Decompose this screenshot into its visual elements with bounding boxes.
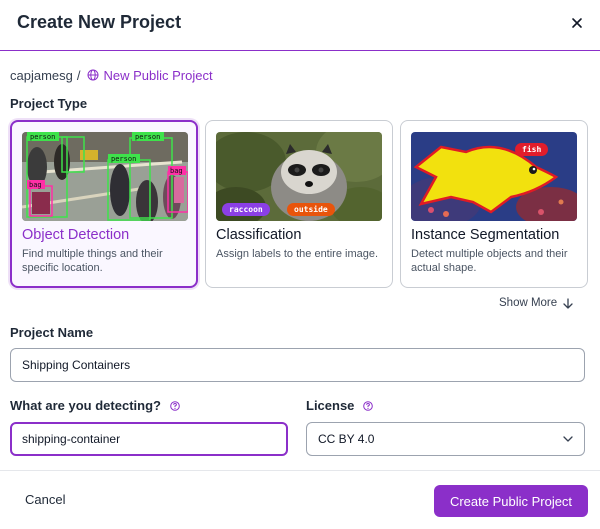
od-label-bag-2: bag xyxy=(170,167,183,175)
card-description: Find multiple things and their specific … xyxy=(22,248,163,274)
cancel-button[interactable]: Cancel xyxy=(25,492,65,507)
detecting-label: What are you detecting? xyxy=(10,398,180,413)
od-label-person-1: person xyxy=(30,133,55,141)
breadcrumb-separator: / xyxy=(76,67,81,83)
project-name-label: Project Name xyxy=(10,325,94,340)
tag-raccoon: raccoon xyxy=(222,203,270,216)
card-title: Instance Segmentation xyxy=(411,227,560,243)
card-description: Assign labels to the entire image. xyxy=(216,248,379,260)
od-label-person-2: person xyxy=(135,133,160,141)
detecting-input[interactable]: shipping-container xyxy=(10,422,288,456)
license-label: License xyxy=(306,398,373,413)
globe-icon xyxy=(87,69,98,81)
breadcrumb-project: New Public Project xyxy=(87,68,213,83)
license-select[interactable]: CC BY 4.0 xyxy=(306,422,585,456)
show-more-label: Show More xyxy=(499,297,558,309)
create-public-project-button[interactable]: Create Public Project xyxy=(434,485,588,517)
detecting-label-text: What are you detecting? xyxy=(10,398,161,413)
breadcrumb-user[interactable]: capjamesg xyxy=(10,68,73,83)
tag-fish: fish xyxy=(515,143,549,156)
project-type-label: Project Type xyxy=(10,96,88,111)
card-classification[interactable]: raccoon outside Classification Assign la… xyxy=(205,120,393,288)
dialog-title: Create New Project xyxy=(17,12,182,32)
breadcrumb-project-label: New Public Project xyxy=(103,67,213,83)
project-name-value: Shipping Containers xyxy=(22,358,131,372)
close-icon xyxy=(572,18,582,28)
show-more-button[interactable]: Show More xyxy=(499,297,573,309)
arrow-down-icon xyxy=(563,297,573,309)
license-label-text: License xyxy=(306,398,355,413)
card-description: Detect multiple objects and their actual… xyxy=(411,248,568,274)
card-title: Object Detection xyxy=(22,227,130,243)
tag-outside: outside xyxy=(287,203,335,216)
od-label-bag-1: bag xyxy=(29,181,42,189)
footer-divider xyxy=(0,470,600,471)
card-instance-segmentation[interactable]: fish Instance Segmentation Detect multip… xyxy=(400,120,588,288)
detecting-value: shipping-container xyxy=(22,432,121,446)
object-detection-image: person person person bag bag xyxy=(22,132,188,221)
od-label-person-3: person xyxy=(111,155,136,163)
project-name-input[interactable]: Shipping Containers xyxy=(10,348,585,382)
close-button[interactable] xyxy=(567,13,587,33)
classification-image: raccoon outside xyxy=(216,132,382,221)
instance-segmentation-image: fish xyxy=(411,132,577,221)
card-title: Classification xyxy=(216,227,302,243)
card-object-detection[interactable]: person person person bag bag Object Dete… xyxy=(10,120,198,288)
dialog-header: Create New Project xyxy=(0,0,600,51)
help-icon[interactable] xyxy=(169,400,180,411)
help-icon[interactable] xyxy=(363,400,373,411)
license-value: CC BY 4.0 xyxy=(318,432,375,446)
breadcrumb: capjamesg / New Public Project xyxy=(10,67,213,83)
chevron-down-icon xyxy=(563,436,573,442)
